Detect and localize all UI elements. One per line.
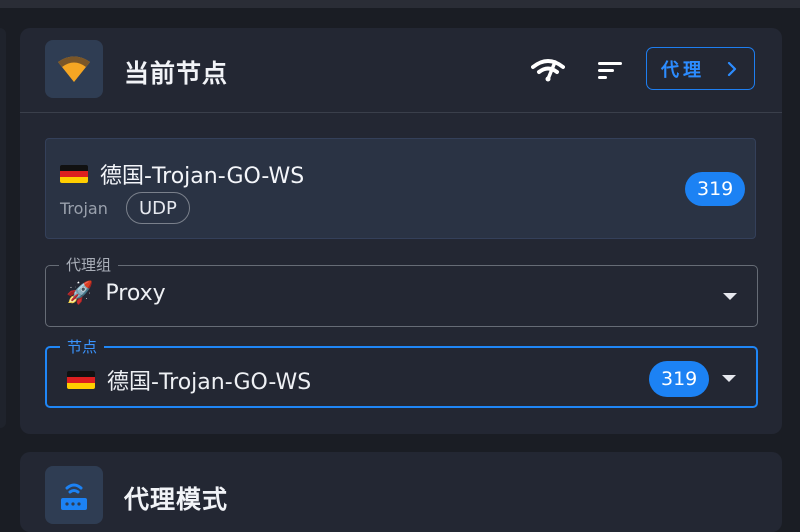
proxy-group-value: Proxy (105, 281, 166, 306)
germany-flag-icon (60, 165, 88, 183)
node-type: Trojan (60, 199, 108, 218)
sidebar-edge (0, 28, 6, 428)
card-title: 代理模式 (124, 485, 229, 514)
card-header: 当前节点 代理 (20, 28, 782, 113)
proxy-group-select[interactable]: 代理组 🚀 Proxy (45, 254, 758, 327)
sort-icon (598, 62, 622, 79)
current-node-card: 当前节点 代理 德国-Trojan-GO-WS Trojan UDP 319 代… (20, 28, 782, 434)
node-select-label: 节点 (60, 336, 105, 357)
node-select[interactable]: 节点 德国-Trojan-GO-WS 319 (45, 336, 758, 408)
udp-chip: UDP (126, 192, 190, 224)
window-top-bar (0, 0, 800, 8)
node-name: 德国-Trojan-GO-WS (100, 164, 305, 189)
chevron-down-icon[interactable] (723, 293, 737, 300)
proxy-page-button[interactable]: 代理 (646, 47, 755, 90)
sort-button[interactable] (590, 52, 630, 88)
network-check-button[interactable] (528, 52, 568, 88)
chevron-right-icon (727, 61, 737, 76)
node-select-value: 德国-Trojan-GO-WS (107, 370, 312, 395)
wifi-fan-icon (45, 40, 103, 98)
current-node-info[interactable]: 德国-Trojan-GO-WS Trojan UDP 319 (45, 138, 756, 239)
germany-flag-icon (67, 371, 95, 389)
card-title: 当前节点 (124, 59, 229, 88)
latency-badge[interactable]: 319 (685, 172, 746, 206)
proxy-group-label: 代理组 (59, 254, 119, 275)
wifi-signal-icon (531, 59, 565, 82)
rocket-icon: 🚀 (66, 281, 94, 306)
proxy-button-label: 代理 (661, 59, 705, 81)
proxy-mode-card: 代理模式 (20, 452, 782, 532)
chevron-down-icon[interactable] (722, 375, 736, 382)
router-icon (45, 466, 103, 524)
node-latency-badge[interactable]: 319 (649, 361, 710, 397)
